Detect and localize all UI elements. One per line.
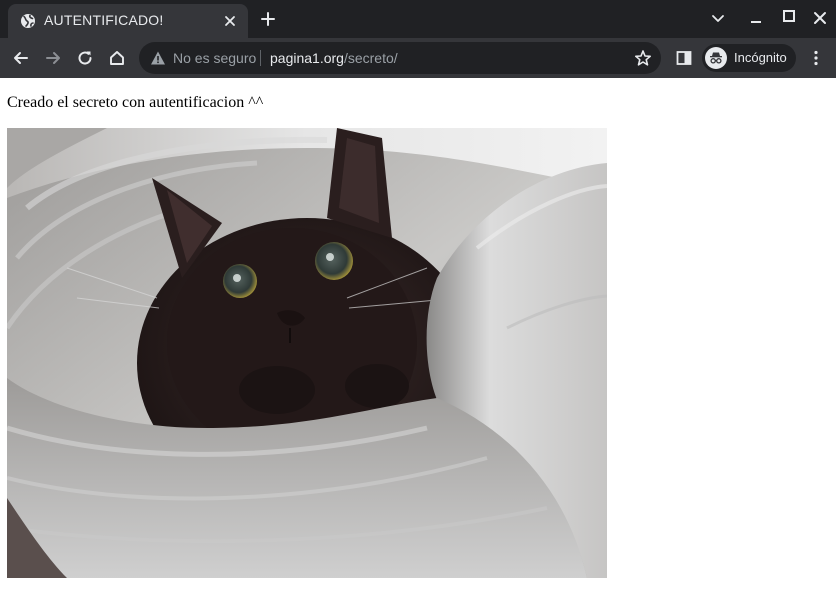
url-host: pagina1.org [270, 50, 344, 66]
secret-message: Creado el secreto con autentificacion ^^ [7, 94, 264, 111]
tab-search-chevron-icon[interactable] [710, 10, 726, 26]
side-panel-icon[interactable] [675, 49, 693, 67]
incognito-icon [705, 47, 727, 69]
reload-icon[interactable] [76, 49, 94, 67]
back-arrow-icon[interactable] [12, 49, 30, 67]
minimize-icon[interactable] [748, 10, 764, 26]
close-tab-icon[interactable] [222, 13, 238, 29]
home-icon[interactable] [108, 49, 126, 67]
close-window-icon[interactable] [812, 10, 828, 26]
tab-active[interactable]: AUTENTIFICADO! [8, 4, 248, 38]
warning-icon[interactable] [150, 50, 166, 66]
bookmark-star-icon[interactable] [634, 49, 652, 67]
new-tab-icon[interactable] [260, 11, 276, 27]
globe-icon [21, 14, 35, 28]
security-status-text[interactable]: No es seguro [173, 50, 256, 66]
tab-strip: AUTENTIFICADO! [0, 0, 836, 38]
forward-arrow-icon[interactable] [44, 49, 62, 67]
page-content: Creado el secreto con autentificacion ^^ [0, 78, 836, 611]
tab-title: AUTENTIFICADO! [44, 12, 164, 28]
url-path: /secreto/ [343, 50, 398, 66]
maximize-icon[interactable] [781, 8, 797, 24]
black-cat-photo [7, 128, 607, 578]
url-text[interactable]: pagina1.org/secreto/ [270, 50, 398, 66]
address-bar[interactable]: No es seguro pagina1.org/secreto/ [139, 42, 661, 74]
kebab-menu-icon[interactable] [807, 49, 825, 67]
incognito-indicator[interactable]: Incógnito [702, 44, 796, 72]
url-separator [260, 50, 261, 66]
browser-window: AUTENTIFICADO! No es seguro pagina1.org/… [0, 0, 836, 611]
toolbar: No es seguro pagina1.org/secreto/ Incógn… [0, 38, 836, 78]
incognito-label: Incógnito [734, 50, 787, 65]
